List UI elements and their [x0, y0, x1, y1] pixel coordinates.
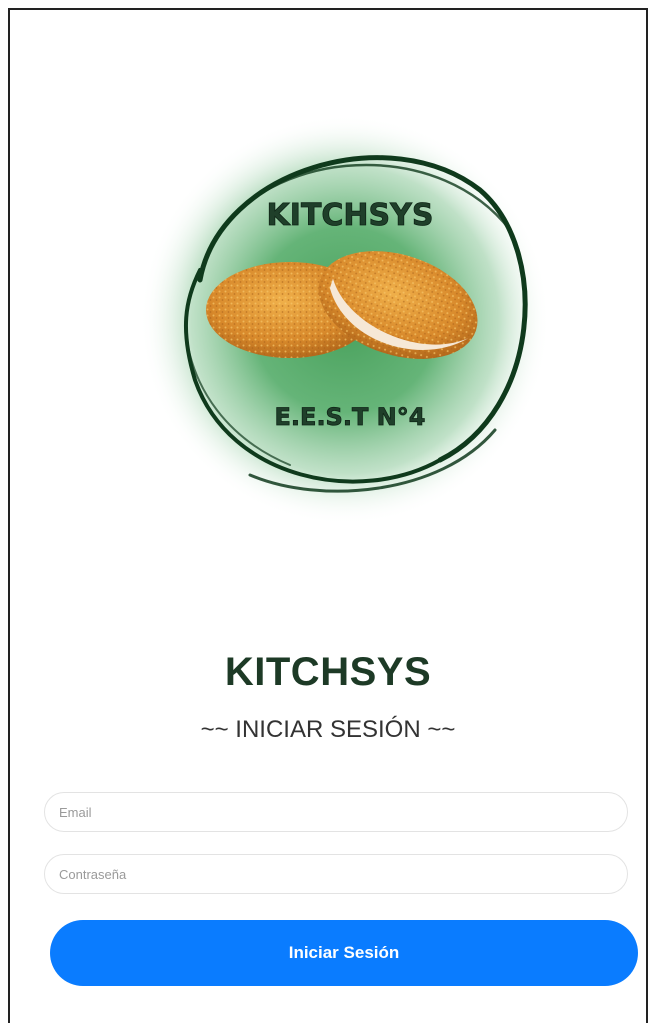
page-subtitle: ~~ INICIAR SESIÓN ~~ [200, 716, 456, 743]
password-input[interactable] [44, 854, 628, 894]
login-button[interactable]: Iniciar Sesión [50, 920, 638, 986]
logo: KITCHSYS E.E.S.T N°4 [140, 110, 560, 530]
logo-bottom-text: E.E.S.T N°4 [275, 403, 426, 431]
page-frame: KITCHSYS E.E.S.T N°4 KITCHSYS ~~ INICIAR… [8, 8, 648, 1023]
email-input[interactable] [44, 792, 628, 832]
page-title: KITCHSYS [224, 650, 432, 694]
logo-graphic: KITCHSYS E.E.S.T N°4 [140, 115, 550, 525]
logo-top-text: KITCHSYS [267, 198, 434, 233]
